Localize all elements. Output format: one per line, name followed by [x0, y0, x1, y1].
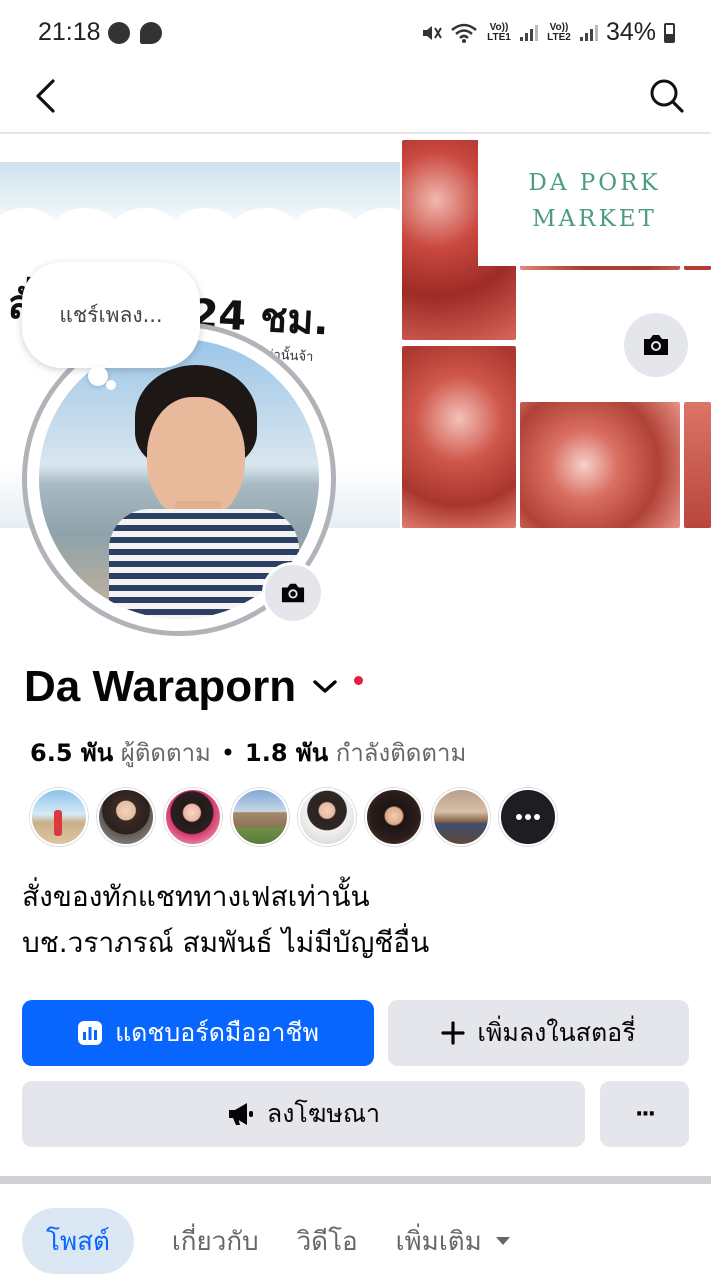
- edit-cover-button[interactable]: [624, 313, 688, 377]
- followers-link[interactable]: 6.5 พัน ผู้ติดตาม: [30, 739, 211, 767]
- switch-profile-button[interactable]: [310, 672, 340, 702]
- stats-separator: •: [220, 739, 236, 767]
- edit-profile-picture-button[interactable]: [262, 562, 324, 624]
- following-count: 1.8 พัน: [245, 739, 329, 767]
- signal2-icon: [579, 24, 598, 41]
- more-followers-button[interactable]: [499, 788, 557, 846]
- search-icon: [650, 79, 684, 113]
- bio-line-1: สั่งของทักแชททางเฟสเท่านั้น: [22, 880, 370, 913]
- tab-posts[interactable]: โพสต์: [22, 1208, 134, 1274]
- followers-label: ผู้ติดตาม: [120, 739, 211, 767]
- more-options-icon: ···: [634, 1101, 656, 1127]
- brand-logo: DA PORK MARKET: [478, 136, 711, 266]
- add-to-story-button[interactable]: เพิ่มลงในสตอรี่: [388, 1000, 689, 1066]
- chevron-down-icon: [313, 680, 337, 693]
- note-bubble[interactable]: แชร์เพลง...: [22, 262, 200, 368]
- cover-clouds: [0, 202, 420, 258]
- megaphone-icon: [228, 1103, 253, 1125]
- tab-about-label: เกี่ยวกับ: [171, 1226, 259, 1257]
- sim2-label: Vo)) LTE2: [547, 21, 571, 43]
- status-time: 21:18: [38, 18, 101, 46]
- profile-tabs: โพสต์ เกี่ยวกับ วิดีโอ เพิ่มเติม: [22, 1208, 512, 1274]
- following-link[interactable]: 1.8 พัน กำลังติดตาม: [245, 739, 466, 767]
- followers-avatars: [30, 788, 557, 846]
- following-label: กำลังติดตาม: [335, 739, 467, 767]
- tab-more-label: เพิ่มเติม: [395, 1226, 482, 1257]
- note-tail: [88, 366, 108, 386]
- mute-icon: [422, 25, 442, 40]
- follower-avatar[interactable]: [164, 788, 222, 846]
- profile-name: Da Waraporn: [24, 662, 297, 711]
- pork-photo: [684, 402, 711, 528]
- follower-avatar[interactable]: [231, 788, 289, 846]
- section-divider: [0, 1176, 711, 1184]
- pork-photo: [402, 346, 516, 528]
- chrome-notification-icon: [108, 22, 130, 44]
- followers-count: 6.5 พัน: [30, 739, 114, 767]
- sim1-label: Vo)) LTE1: [487, 21, 511, 43]
- more-options-button[interactable]: ···: [600, 1081, 689, 1147]
- follower-avatar[interactable]: [30, 788, 88, 846]
- brand-line-2: MARKET: [532, 206, 657, 232]
- advertise-button[interactable]: ลงโฆษณา: [22, 1081, 585, 1147]
- camera-icon: [644, 335, 668, 355]
- dashboard-label: แดชบอร์ดมืออาชีพ: [115, 1018, 319, 1047]
- more-dots-icon: [516, 814, 540, 820]
- advertise-label: ลงโฆษณา: [266, 1099, 381, 1128]
- add-story-label: เพิ่มลงในสตอรี่: [477, 1018, 636, 1047]
- search-button[interactable]: [645, 74, 689, 118]
- notification-dot: [354, 675, 364, 685]
- battery-percent: 34%: [605, 18, 656, 46]
- pork-photo: [520, 402, 680, 528]
- note-text: แชร์เพลง...: [59, 302, 163, 327]
- tab-more[interactable]: เพิ่มเติม: [396, 1208, 512, 1274]
- message-notification-icon: [140, 22, 162, 44]
- profile-name-row: Da Waraporn: [24, 662, 364, 712]
- signal1-icon: [519, 24, 538, 41]
- follower-avatar[interactable]: [432, 788, 490, 846]
- tab-about[interactable]: เกี่ยวกับ: [172, 1208, 259, 1274]
- tab-videos-label: วิดีโอ: [296, 1226, 358, 1257]
- camera-icon: [281, 583, 305, 603]
- dashboard-chart-icon: [78, 1021, 103, 1045]
- battery-icon: [664, 22, 675, 43]
- status-right: Vo)) LTE1 Vo)) LTE2 34%: [420, 18, 675, 47]
- brand-line-1: DA PORK: [528, 170, 661, 196]
- wifi-icon: [451, 23, 477, 43]
- top-nav-bar: [0, 64, 711, 134]
- note-tail: [106, 380, 116, 390]
- professional-dashboard-button[interactable]: แดชบอร์ดมืออาชีพ: [22, 1000, 374, 1066]
- follower-avatar[interactable]: [97, 788, 155, 846]
- status-bar: 21:18 Vo)) LTE1 Vo)) LTE2 34%: [0, 0, 711, 64]
- back-arrow-icon: [36, 79, 55, 113]
- caret-down-icon: [495, 1237, 510, 1245]
- bio-line-2: บช.วราภรณ์ สมพันธ์ ไม่มีบัญชีอื่น: [22, 926, 430, 959]
- follow-stats: 6.5 พัน ผู้ติดตาม • 1.8 พัน กำลังติดตาม: [30, 733, 466, 772]
- tab-videos[interactable]: วิดีโอ: [297, 1208, 358, 1274]
- tab-posts-label: โพสต์: [46, 1226, 110, 1257]
- follower-avatar[interactable]: [298, 788, 356, 846]
- back-button[interactable]: [24, 74, 68, 118]
- follower-avatar[interactable]: [365, 788, 423, 846]
- plus-icon: [441, 1021, 465, 1045]
- profile-bio: สั่งของทักแชททางเฟสเท่านั้น บช.วราภรณ์ ส…: [22, 874, 429, 966]
